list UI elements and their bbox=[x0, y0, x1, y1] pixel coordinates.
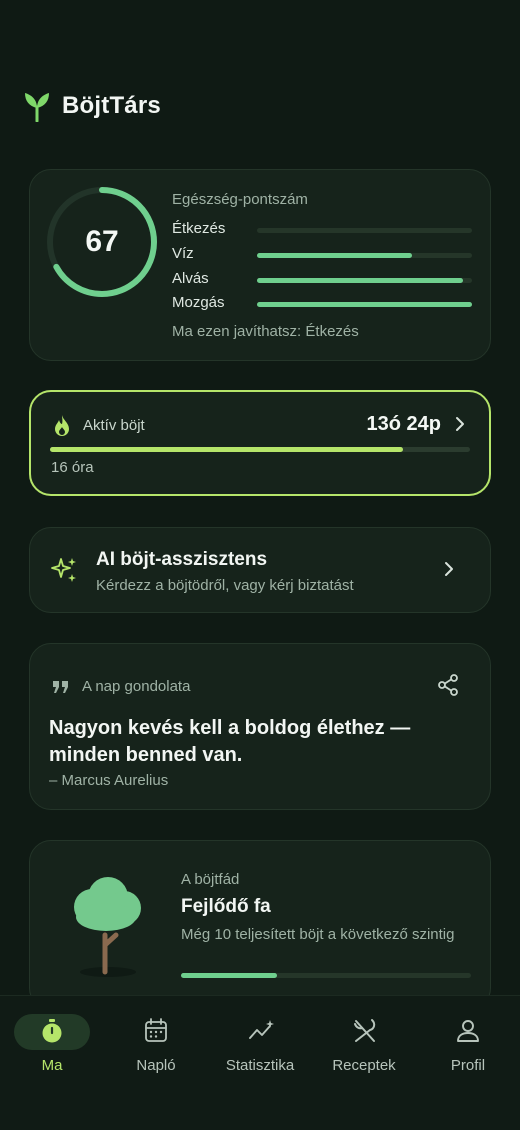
metric-bar bbox=[257, 302, 472, 307]
nav-label: Receptek bbox=[332, 1057, 396, 1074]
calendar-icon bbox=[144, 1018, 168, 1049]
assistant-subtitle: Kérdezz a böjtödről, vagy kérj biztatást bbox=[96, 577, 354, 594]
metric-label: Víz bbox=[172, 245, 194, 262]
improvement-tip: Ma ezen javíthatsz: Étkezés bbox=[172, 323, 359, 340]
nav-label: Napló bbox=[136, 1057, 176, 1074]
metric-alvas: Alvás bbox=[172, 270, 472, 290]
metric-label: Alvás bbox=[172, 270, 209, 287]
app-title: BöjtTárs bbox=[62, 92, 161, 119]
fast-goal: 16 óra bbox=[51, 459, 94, 476]
tree-illustration-icon bbox=[68, 873, 148, 988]
ai-assistant-card[interactable]: AI böjt-asszisztens Kérdezz a böjtödről,… bbox=[29, 527, 491, 613]
nav-item-naplo[interactable]: Napló bbox=[104, 996, 208, 1086]
chart-sparkle-icon bbox=[248, 1018, 276, 1049]
nav-item-profil[interactable]: Profil bbox=[416, 996, 520, 1086]
chevron-right-icon bbox=[455, 416, 465, 437]
person-icon bbox=[456, 1018, 480, 1049]
metric-label: Étkezés bbox=[172, 220, 226, 237]
metric-bar bbox=[257, 253, 472, 258]
sparkles-icon bbox=[50, 556, 78, 589]
chevron-right-icon bbox=[444, 561, 454, 582]
nav-label: Profil bbox=[450, 1057, 486, 1074]
sprout-logo-icon bbox=[24, 90, 50, 122]
fork-knife-icon bbox=[352, 1018, 378, 1049]
quote-label: A nap gondolata bbox=[82, 678, 191, 695]
metric-bar bbox=[257, 228, 472, 233]
tree-label: A böjtfád bbox=[181, 871, 240, 888]
timer-icon bbox=[40, 1018, 64, 1049]
fasting-tree-card[interactable]: A böjtfád Fejlődő fa Még 10 teljesített … bbox=[29, 840, 491, 1010]
daily-quote-card: A nap gondolata Nagyon kevés kell a bold… bbox=[29, 643, 491, 810]
quote-icon bbox=[52, 680, 70, 699]
metric-etkezes: Étkezés bbox=[172, 220, 472, 240]
health-score-value: 67 bbox=[85, 225, 119, 258]
metric-bar bbox=[257, 278, 472, 283]
fast-progress-bar bbox=[50, 447, 470, 452]
app-header: BöjtTárs bbox=[24, 90, 161, 122]
health-score-title: Egészség-pontszám bbox=[172, 191, 308, 208]
metric-label: Mozgás bbox=[172, 294, 225, 311]
tree-title: Fejlődő fa bbox=[181, 896, 271, 917]
active-fast-card[interactable]: Aktív böjt 13ó 24p 16 óra bbox=[29, 390, 491, 496]
health-score-ring: 67 bbox=[46, 186, 158, 298]
metric-viz: Víz bbox=[172, 245, 472, 265]
tree-progress-bar bbox=[181, 973, 471, 978]
flame-icon bbox=[51, 414, 73, 443]
bottom-navigation: Ma Napló Statisztika Receptek Profil bbox=[0, 995, 520, 1130]
health-score-card[interactable]: 67 Egészség-pontszám Étkezés Víz Alvás M… bbox=[29, 169, 491, 361]
nav-item-ma[interactable]: Ma bbox=[0, 996, 104, 1086]
active-fast-label: Aktív böjt bbox=[83, 417, 145, 434]
tree-description: Még 10 teljesített böjt a következő szin… bbox=[181, 926, 455, 943]
quote-text: Nagyon kevés kell a boldog élethez — min… bbox=[49, 717, 411, 766]
assistant-title: AI böjt-asszisztens bbox=[96, 549, 268, 570]
metric-mozgas: Mozgás bbox=[172, 294, 472, 314]
nav-item-receptek[interactable]: Receptek bbox=[312, 996, 416, 1086]
nav-label: Ma bbox=[41, 1057, 63, 1074]
share-icon[interactable] bbox=[438, 674, 458, 701]
quote-author: – Marcus Aurelius bbox=[49, 772, 169, 789]
elapsed-time: 13ó 24p bbox=[366, 413, 441, 435]
nav-item-statisztika[interactable]: Statisztika bbox=[208, 996, 312, 1086]
nav-label: Statisztika bbox=[225, 1057, 295, 1074]
